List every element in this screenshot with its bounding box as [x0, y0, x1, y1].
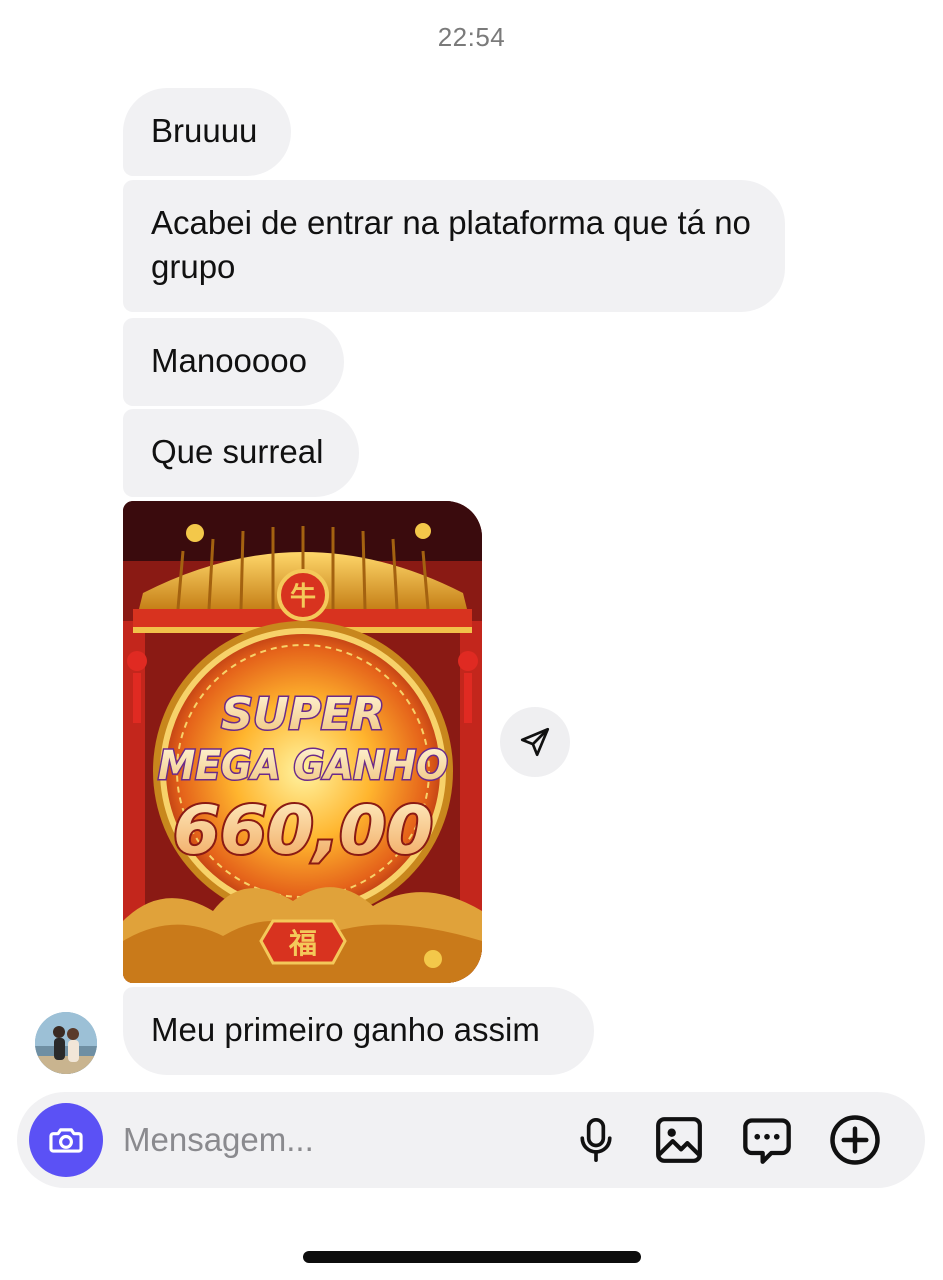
chat-bubble-icon — [743, 1118, 791, 1164]
message-composer — [17, 1092, 925, 1188]
image-icon — [656, 1117, 702, 1163]
camera-icon — [49, 1128, 83, 1153]
gallery-button[interactable] — [651, 1112, 707, 1168]
sticker-button[interactable] — [739, 1112, 795, 1168]
paper-plane-icon — [520, 727, 550, 757]
home-indicator[interactable] — [303, 1251, 641, 1263]
emblem-bottom-glyph: 福 — [288, 927, 317, 960]
win-amount: 660,00 — [173, 792, 433, 869]
win-title-line2: MEGA GANHO — [158, 743, 448, 789]
sender-avatar[interactable] — [35, 1012, 97, 1074]
win-screenshot-image: 牛 福 SUPER MEGA GANHO 660,00 — [123, 501, 482, 983]
more-button[interactable] — [827, 1112, 883, 1168]
message-timestamp: 22:54 — [437, 22, 506, 52]
message-input[interactable] — [123, 1116, 543, 1164]
message-bubble[interactable]: Manooooo — [123, 318, 344, 406]
microphone-icon — [580, 1118, 612, 1162]
message-bubble[interactable]: Que surreal — [123, 409, 359, 497]
win-title-line1: SUPER — [221, 689, 385, 740]
message-bubble[interactable]: Meu primeiro ganho assim — [123, 987, 594, 1075]
message-bubble[interactable]: Bruuuu — [123, 88, 291, 176]
message-bubble[interactable]: Acabei de entrar na plataforma que tá no… — [123, 180, 785, 312]
microphone-button[interactable] — [568, 1112, 624, 1168]
camera-button[interactable] — [29, 1103, 103, 1177]
shared-image-message[interactable]: 牛 福 SUPER MEGA GANHO 660,00 — [123, 501, 482, 983]
avatar-photo — [35, 1012, 97, 1074]
emblem-top-glyph: 牛 — [290, 582, 316, 612]
share-button[interactable] — [500, 707, 570, 777]
chat-screen: 22:54 Bruuuu Acabei de entrar na platafo… — [0, 0, 943, 1280]
plus-circle-icon — [830, 1115, 880, 1165]
